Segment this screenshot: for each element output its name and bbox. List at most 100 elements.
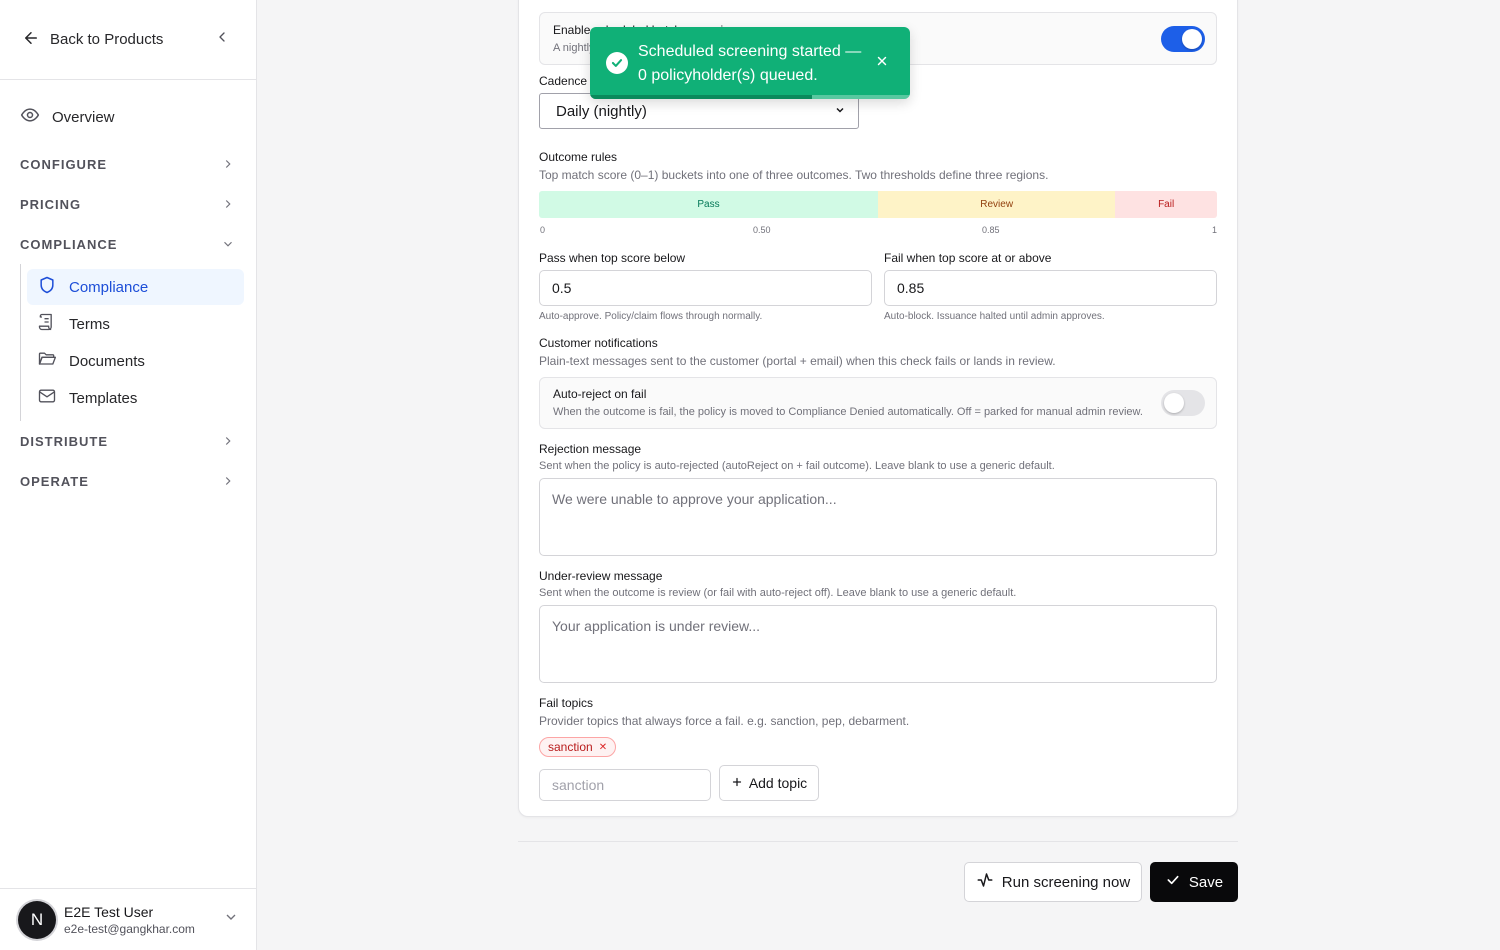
- section-operate[interactable]: OPERATE: [0, 461, 256, 501]
- fail-topics-label: Fail topics: [539, 696, 594, 710]
- outcome-scale: Pass Review Fail: [539, 191, 1217, 218]
- fail-threshold-hint: Auto-block. Issuance halted until admin …: [884, 311, 1105, 322]
- section-compliance[interactable]: COMPLIANCE: [0, 224, 256, 264]
- fail-threshold-label: Fail when top score at or above: [884, 251, 1052, 265]
- scroll-icon: [37, 312, 57, 336]
- scale-tick-fail: 0.85: [982, 225, 1000, 235]
- sidebar-item-label: Compliance: [69, 278, 149, 296]
- user-email: e2e-test@gangkhar.com: [64, 921, 195, 936]
- collapse-sidebar-button[interactable]: [210, 28, 234, 52]
- topic-input[interactable]: sanction: [539, 769, 711, 801]
- remove-topic-icon[interactable]: ✕: [599, 742, 607, 753]
- auto-reject-desc: When the outcome is fail, the policy is …: [553, 406, 1143, 418]
- save-button[interactable]: Save: [1150, 862, 1238, 902]
- back-to-products-link[interactable]: Back to Products: [22, 29, 210, 51]
- add-topic-label: Add topic: [748, 775, 808, 791]
- section-label: DISTRIBUTE: [20, 433, 108, 449]
- sidebar-item-label: Documents: [69, 352, 145, 370]
- user-info: E2E Test User e2e-test@gangkhar.com: [60, 904, 219, 936]
- topic-chip: sanction ✕: [539, 737, 617, 757]
- sidebar-item-overview[interactable]: Overview: [0, 98, 256, 136]
- arrow-left-icon: [22, 29, 40, 51]
- eye-icon: [20, 105, 40, 129]
- section-distribute[interactable]: DISTRIBUTE: [0, 421, 256, 461]
- chevron-right-icon: [220, 433, 236, 449]
- sidebar-nav: Overview CONFIGURE PRICING COMPLIANCE Co…: [0, 80, 256, 501]
- fail-threshold-input[interactable]: 0.85: [884, 270, 1217, 306]
- user-name: E2E Test User: [64, 903, 154, 920]
- auto-reject-title: Auto-reject on fail: [553, 387, 647, 401]
- pass-threshold-hint: Auto-approve. Policy/claim flows through…: [539, 311, 763, 322]
- scale-band-fail: Fail: [1115, 191, 1217, 218]
- auto-reject-row: Auto-reject on fail When the outcome is …: [539, 377, 1217, 429]
- activity-icon: [976, 871, 994, 893]
- sidebar-item-templates[interactable]: Templates: [27, 380, 244, 416]
- compliance-settings-card: Enable scheduled batch screening A night…: [518, 0, 1238, 817]
- sidebar-item-label: Terms: [69, 315, 110, 333]
- pass-threshold-input[interactable]: 0.5: [539, 270, 872, 306]
- chevron-right-icon: [220, 156, 236, 172]
- scale-tick-0: 0: [540, 225, 546, 235]
- section-label: CONFIGURE: [20, 156, 107, 172]
- add-topic-button[interactable]: Add topic: [719, 765, 819, 801]
- scale-tick-pass: 0.50: [753, 225, 771, 235]
- sidebar-item-label: Templates: [69, 389, 138, 407]
- sidebar-item-documents[interactable]: Documents: [27, 343, 244, 379]
- outcome-title: Outcome rules: [539, 150, 618, 164]
- check-icon: [1165, 872, 1181, 892]
- sidebar-item-terms[interactable]: Terms: [27, 306, 244, 342]
- review-message-hint: Sent when the outcome is review (or fail…: [539, 587, 1017, 599]
- close-toast-button[interactable]: [872, 53, 892, 73]
- chevron-left-icon: [214, 29, 230, 50]
- run-screening-label: Run screening now: [1001, 873, 1131, 891]
- chevron-down-icon: [834, 103, 846, 120]
- topic-chip-label: sanction: [548, 740, 593, 754]
- notifications-desc: Plain-text messages sent to the customer…: [539, 354, 1056, 368]
- chevron-right-icon: [220, 473, 236, 489]
- auto-reject-toggle[interactable]: [1161, 390, 1205, 416]
- fail-topics-hint: Provider topics that always force a fail…: [539, 714, 910, 728]
- chevron-down-icon: [223, 909, 239, 930]
- chevron-down-icon: [220, 236, 236, 252]
- back-row: Back to Products: [0, 0, 256, 80]
- sidebar-item-label: Overview: [52, 108, 115, 126]
- success-toast: Scheduled screening started — 0 policyho…: [590, 27, 910, 99]
- cadence-label: Cadence: [539, 74, 588, 88]
- chevron-right-icon: [220, 196, 236, 212]
- section-label: PRICING: [20, 196, 82, 212]
- footer-divider: [518, 841, 1238, 842]
- review-message-label: Under-review message: [539, 569, 663, 583]
- rejection-message-textarea[interactable]: We were unable to approve your applicati…: [539, 478, 1217, 556]
- avatar: N: [18, 900, 56, 939]
- compliance-subnav: Compliance Terms Documents Templates: [20, 264, 256, 421]
- save-label: Save: [1188, 873, 1224, 891]
- notifications-title: Customer notifications: [539, 336, 658, 350]
- scale-band-pass: Pass: [539, 191, 878, 218]
- rejection-message-hint: Sent when the policy is auto-rejected (a…: [539, 460, 1055, 472]
- back-label: Back to Products: [50, 31, 164, 48]
- mail-icon: [37, 386, 57, 410]
- scale-band-review: Review: [878, 191, 1116, 218]
- review-message-textarea[interactable]: Your application is under review...: [539, 605, 1217, 683]
- close-icon: [875, 54, 889, 73]
- cadence-value: Daily (nightly): [556, 102, 647, 120]
- toast-progress-bar: [590, 95, 812, 99]
- sidebar: Back to Products Overview CONFIGURE PRIC…: [0, 0, 257, 950]
- check-circle-icon: [606, 52, 628, 74]
- toast-message: Scheduled screening started — 0 policyho…: [638, 43, 862, 84]
- shield-icon: [37, 275, 57, 299]
- plus-icon: [731, 775, 743, 791]
- scheduled-desc: A nightly: [553, 42, 595, 54]
- outcome-desc: Top match score (0–1) buckets into one o…: [539, 168, 1049, 182]
- folder-icon: [37, 349, 57, 373]
- section-pricing[interactable]: PRICING: [0, 184, 256, 224]
- section-label: OPERATE: [20, 473, 89, 489]
- run-screening-button[interactable]: Run screening now: [964, 862, 1142, 902]
- pass-threshold-label: Pass when top score below: [539, 251, 686, 265]
- rejection-message-label: Rejection message: [539, 442, 642, 456]
- scale-tick-1: 1: [1212, 225, 1218, 235]
- user-menu[interactable]: N E2E Test User e2e-test@gangkhar.com: [0, 888, 257, 950]
- section-configure[interactable]: CONFIGURE: [0, 144, 256, 184]
- sidebar-item-compliance[interactable]: Compliance: [27, 269, 244, 305]
- scheduled-screening-toggle[interactable]: [1161, 26, 1205, 52]
